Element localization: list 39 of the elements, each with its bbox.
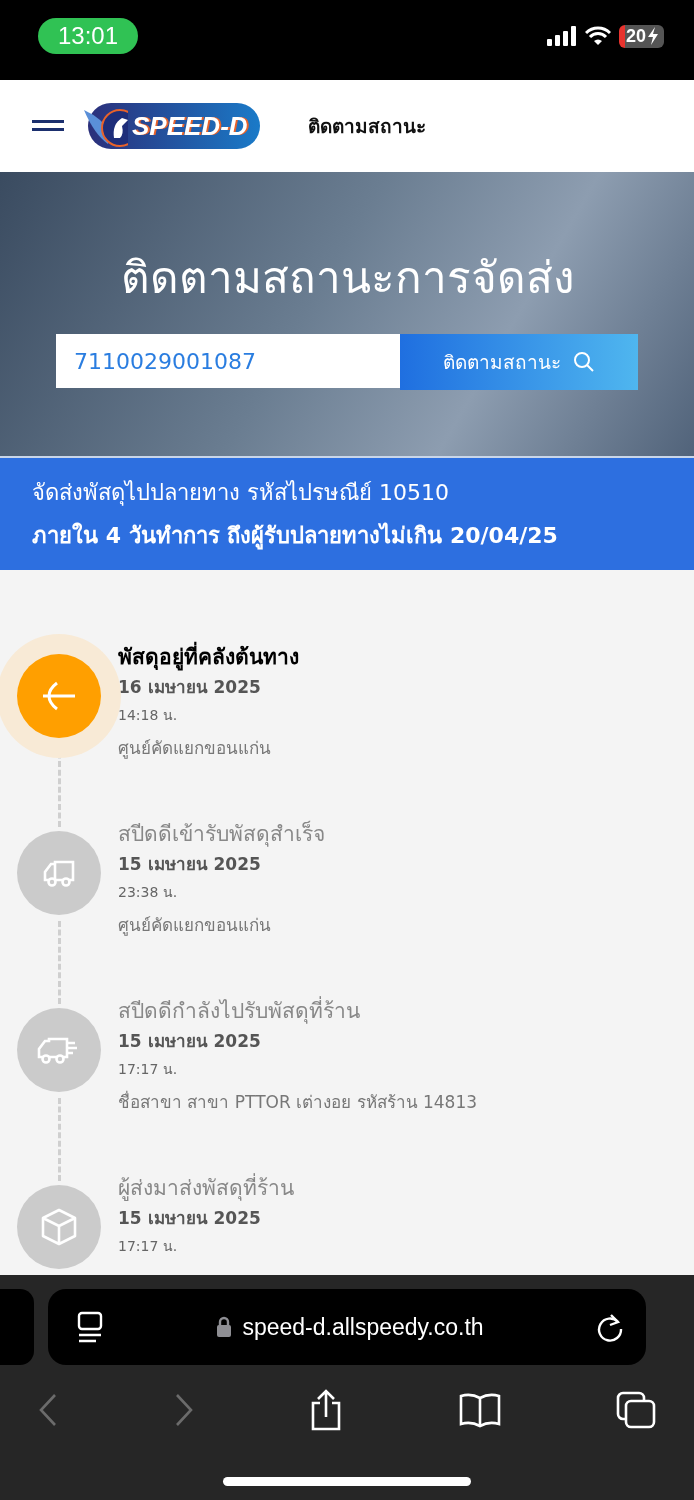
tabs-icon[interactable] (616, 1391, 656, 1429)
battery-level: 20 (625, 25, 646, 47)
menu-icon[interactable] (32, 120, 64, 132)
url-text: speed-d.allspeedy.co.th (242, 1313, 484, 1341)
delivery-estimate-text: ภายใน 4 วันทำการ ถึงผู้รับปลายทางไม่เกิน 20/04/25 (32, 521, 559, 552)
status-location: ชื่อสาขา สาขา PTTOR เต่างอย รหัสร้าน 14813 (118, 1089, 477, 1114)
wifi-icon (584, 26, 611, 46)
fork-arrow-icon (41, 681, 77, 711)
status-date: 16 เมษายน 2025 (118, 676, 262, 699)
status-date: 15 เมษายน 2025 (118, 853, 262, 876)
hero-title: ติดตามสถานะการจัดส่ง (120, 251, 574, 305)
status-title: ผู้ส่งมาส่งพัสดุที่ร้าน (118, 1171, 294, 1204)
status-location: ศูนย์คัดแยกขอนแก่น (118, 914, 272, 938)
status-date: 15 เมษายน 2025 (118, 1030, 262, 1053)
status-time-text: 14:18 น. (118, 706, 179, 725)
reader-icon[interactable] (76, 1311, 104, 1343)
charging-bolt-icon (647, 27, 659, 45)
signal-icon (546, 26, 577, 46)
status-location: ศูนย์คัดแยกขอนแก่น (118, 737, 272, 761)
reload-icon[interactable] (596, 1312, 624, 1342)
track-button[interactable]: ติดตามสถานะ (400, 334, 638, 390)
book-icon[interactable] (458, 1392, 501, 1428)
box-icon (41, 1208, 77, 1246)
status-title: สปีดดีกำลังไปรับพัสดุที่ร้าน (118, 994, 477, 1027)
status-time-text: 23:38 น. (118, 883, 179, 902)
status-time: 13:01 (38, 18, 139, 54)
share-icon[interactable] (309, 1389, 343, 1431)
status-time-text: 17:17 น. (118, 1060, 179, 1079)
status-title: สปีดดีเข้ารับพัสดุสำเร็จ (118, 819, 325, 849)
nav-link[interactable]: ติดตามสถานะ (307, 111, 426, 141)
address-bar[interactable]: speed-d.allspeedy.co.th (48, 1289, 646, 1365)
truck-icon (41, 858, 77, 888)
search-icon (573, 351, 595, 373)
tracking-input-field[interactable]: 7110029001087 (56, 334, 400, 388)
status-date: 15 เมษายน 2025 (118, 1207, 262, 1230)
status-time-text: 17:17 น. (118, 1237, 179, 1256)
status-title: พัสดุอยู่ที่คลังต้นทาง (118, 640, 299, 673)
lock-icon (216, 1316, 233, 1338)
destination-text: จัดส่งพัสดุไปปลายทาง รหัสไปรษณีย์ 10510 (32, 479, 450, 508)
